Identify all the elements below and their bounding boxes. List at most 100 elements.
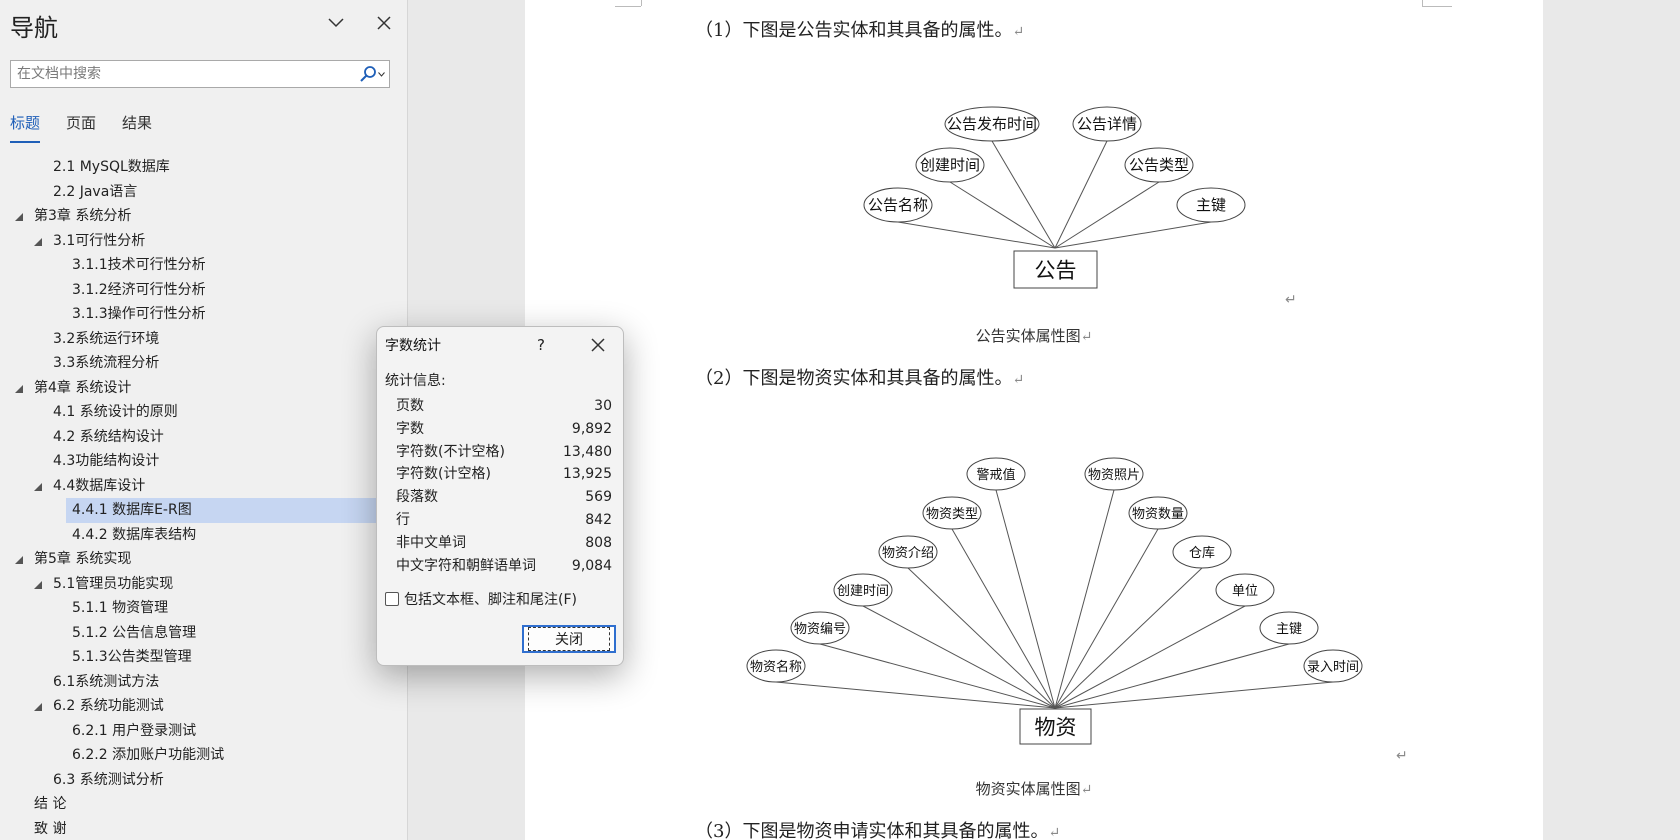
nav-heading-item[interactable]: 4.2 系统结构设计 bbox=[0, 425, 408, 450]
nav-heading-item[interactable]: 4.4.1 数据库E-R图 bbox=[66, 498, 408, 523]
nav-heading-label: 3.2系统运行环境 bbox=[53, 330, 160, 347]
nav-heading-item[interactable]: 4.3功能结构设计 bbox=[0, 449, 408, 474]
collapse-triangle-icon[interactable] bbox=[34, 580, 42, 589]
nav-heading-item[interactable]: 4.4数据库设计 bbox=[0, 474, 408, 499]
stat-value: 13,480 bbox=[563, 443, 612, 460]
collapse-triangle-icon[interactable] bbox=[34, 237, 42, 246]
nav-heading-item[interactable]: 6.3 系统测试分析 bbox=[0, 768, 408, 793]
nav-heading-item[interactable]: 第3章 系统分析 bbox=[0, 204, 408, 229]
nav-tab[interactable]: 结果 bbox=[122, 112, 152, 143]
nav-heading-item[interactable]: 3.1.1技术可行性分析 bbox=[0, 253, 408, 278]
nav-heading-item[interactable]: 6.2.1 用户登录测试 bbox=[0, 719, 408, 744]
nav-heading-item[interactable]: 3.1.2经济可行性分析 bbox=[0, 278, 408, 303]
nav-heading-label: 第3章 系统分析 bbox=[34, 208, 132, 224]
attribute-node: 公告发布时间 bbox=[944, 106, 1040, 142]
nav-heading-item[interactable]: 结 论 bbox=[0, 792, 408, 817]
chevron-down-icon[interactable] bbox=[323, 10, 349, 36]
nav-heading-item[interactable]: 5.1.2 公告信息管理 bbox=[0, 621, 408, 646]
navigation-pane: 导航 标题页面结果 2.1 MySQL数据库 2.2 Java语言第3章 系统分析… bbox=[0, 0, 408, 840]
stat-label: 字符数(不计空格) bbox=[396, 443, 505, 460]
nav-heading-label: 4.2 系统结构设计 bbox=[53, 428, 164, 445]
nav-heading-item[interactable]: 第4章 系统设计 bbox=[0, 376, 408, 401]
stat-label: 中文字符和朝鲜语单词 bbox=[396, 557, 536, 574]
nav-heading-item[interactable]: 6.2 系统功能测试 bbox=[0, 694, 408, 719]
nav-heading-label: 4.4.2 数据库表结构 bbox=[72, 526, 197, 543]
stat-row: 中文字符和朝鲜语单词 9,084 bbox=[396, 555, 612, 578]
nav-heading-label: 3.1.1技术可行性分析 bbox=[72, 257, 206, 273]
stat-row: 字符数(计空格) 13,925 bbox=[396, 463, 612, 486]
crop-mark bbox=[1422, 6, 1452, 7]
nav-heading-item[interactable]: 6.1系统测试方法 bbox=[0, 670, 408, 695]
dialog-close-button[interactable] bbox=[585, 333, 611, 357]
nav-heading-label: 3.1.2经济可行性分析 bbox=[72, 281, 206, 298]
nav-heading-item[interactable]: 2.2 Java语言 bbox=[0, 180, 408, 205]
figure-caption: 公告实体属性图↵ bbox=[975, 327, 1093, 345]
nav-heading-label: 5.1.2 公告信息管理 bbox=[72, 624, 197, 641]
nav-heading-label: 4.4数据库设计 bbox=[53, 477, 146, 494]
attribute-label: 物资名称 bbox=[750, 659, 802, 675]
search-button[interactable] bbox=[355, 61, 389, 87]
help-button[interactable]: ? bbox=[529, 333, 553, 357]
stat-label: 字数 bbox=[396, 420, 424, 437]
nav-heading-item[interactable]: 4.1 系统设计的原则 bbox=[0, 400, 408, 425]
relationship-line bbox=[991, 140, 1056, 249]
nav-heading-label: 4.3功能结构设计 bbox=[53, 453, 160, 469]
nav-heading-item[interactable]: 第5章 系统实现 bbox=[0, 547, 408, 572]
relationship-line bbox=[897, 221, 1056, 249]
collapse-triangle-icon[interactable] bbox=[15, 213, 23, 221]
attribute-label: 录入时间 bbox=[1307, 660, 1359, 675]
document-page[interactable]: （1）下图是公告实体和其具备的属性。↵ 公告名称 创建时间 公告发布时间 公告详情 公告… bbox=[525, 0, 1543, 840]
collapse-triangle-icon[interactable] bbox=[15, 384, 23, 393]
nav-heading-label: 第4章 系统设计 bbox=[34, 379, 132, 396]
close-button[interactable]: 关闭 bbox=[522, 625, 616, 653]
nav-heading-item[interactable]: 5.1.1 物资管理 bbox=[0, 596, 408, 621]
paragraph: （2）下图是物资实体和其具备的属性。↵ bbox=[695, 368, 1025, 389]
search-input[interactable] bbox=[11, 61, 355, 87]
attribute-node: 仓库 bbox=[1172, 535, 1232, 569]
include-textbox-checkbox[interactable]: 包括文本框、脚注和尾注(F) bbox=[385, 589, 577, 609]
er-diagram-notice: 公告名称 创建时间 公告发布时间 公告详情公告类型主键公告 bbox=[863, 106, 1246, 289]
nav-tab[interactable]: 页面 bbox=[66, 112, 96, 143]
entity-node: 物资 bbox=[1019, 708, 1092, 745]
attribute-node: 公告名称 bbox=[863, 187, 933, 223]
paragraph-mark: ↵ bbox=[1285, 292, 1297, 308]
attribute-node: 物资介绍 bbox=[878, 535, 938, 569]
nav-heading-label: 3.1可行性分析 bbox=[53, 232, 146, 249]
stat-label: 页数 bbox=[396, 398, 424, 414]
heading-tree: 2.1 MySQL数据库 2.2 Java语言第3章 系统分析 3.1可行性分析 3.… bbox=[0, 155, 408, 840]
relationship-line bbox=[1054, 221, 1212, 249]
attribute-node: 主键 bbox=[1259, 611, 1319, 645]
attribute-label: 公告详情 bbox=[1077, 115, 1137, 133]
stat-label: 行 bbox=[396, 511, 410, 528]
nav-heading-item[interactable]: 3.1可行性分析 bbox=[0, 229, 408, 254]
nav-heading-item[interactable]: 2.1 MySQL数据库 bbox=[0, 155, 408, 180]
dialog-title: 字数统计 bbox=[385, 338, 441, 354]
nav-heading-item[interactable]: 3.3系统流程分析 bbox=[0, 351, 408, 376]
attribute-label: 物资介绍 bbox=[882, 546, 934, 561]
nav-heading-item[interactable]: 4.4.2 数据库表结构 bbox=[0, 523, 408, 548]
collapse-triangle-icon[interactable] bbox=[34, 482, 42, 491]
nav-heading-item[interactable]: 3.1.3操作可行性分析 bbox=[0, 302, 408, 327]
attribute-label: 主键 bbox=[1276, 622, 1302, 637]
nav-heading-item[interactable]: 5.1管理员功能实现 bbox=[0, 572, 408, 597]
nav-heading-label: 5.1.3公告类型管理 bbox=[72, 649, 192, 665]
attribute-label: 公告发布时间 bbox=[947, 115, 1037, 133]
nav-heading-item[interactable]: 5.1.3公告类型管理 bbox=[0, 645, 408, 670]
nav-heading-label: 6.2.2 添加账户功能测试 bbox=[72, 747, 225, 763]
nav-tab[interactable]: 标题 bbox=[10, 112, 41, 143]
collapse-triangle-icon[interactable] bbox=[34, 703, 42, 711]
nav-heading-item[interactable]: 3.2系统运行环境 bbox=[0, 327, 408, 352]
nav-heading-label: 结 论 bbox=[34, 796, 67, 812]
stat-value: 9,892 bbox=[571, 420, 612, 437]
nav-heading-label: 2.1 MySQL数据库 bbox=[53, 159, 170, 175]
nav-heading-item[interactable]: 6.2.2 添加账户功能测试 bbox=[0, 743, 408, 768]
nav-heading-item[interactable]: 致 谢 bbox=[0, 817, 408, 840]
collapse-triangle-icon[interactable] bbox=[15, 556, 23, 564]
checkbox-box[interactable] bbox=[385, 592, 399, 606]
attribute-node: 创建时间 bbox=[833, 573, 893, 607]
crop-mark bbox=[1422, 0, 1423, 6]
nav-heading-label: 5.1.1 物资管理 bbox=[72, 600, 169, 616]
stat-row: 行 842 bbox=[396, 509, 612, 532]
close-icon[interactable] bbox=[371, 10, 397, 36]
stat-value: 569 bbox=[585, 489, 612, 506]
